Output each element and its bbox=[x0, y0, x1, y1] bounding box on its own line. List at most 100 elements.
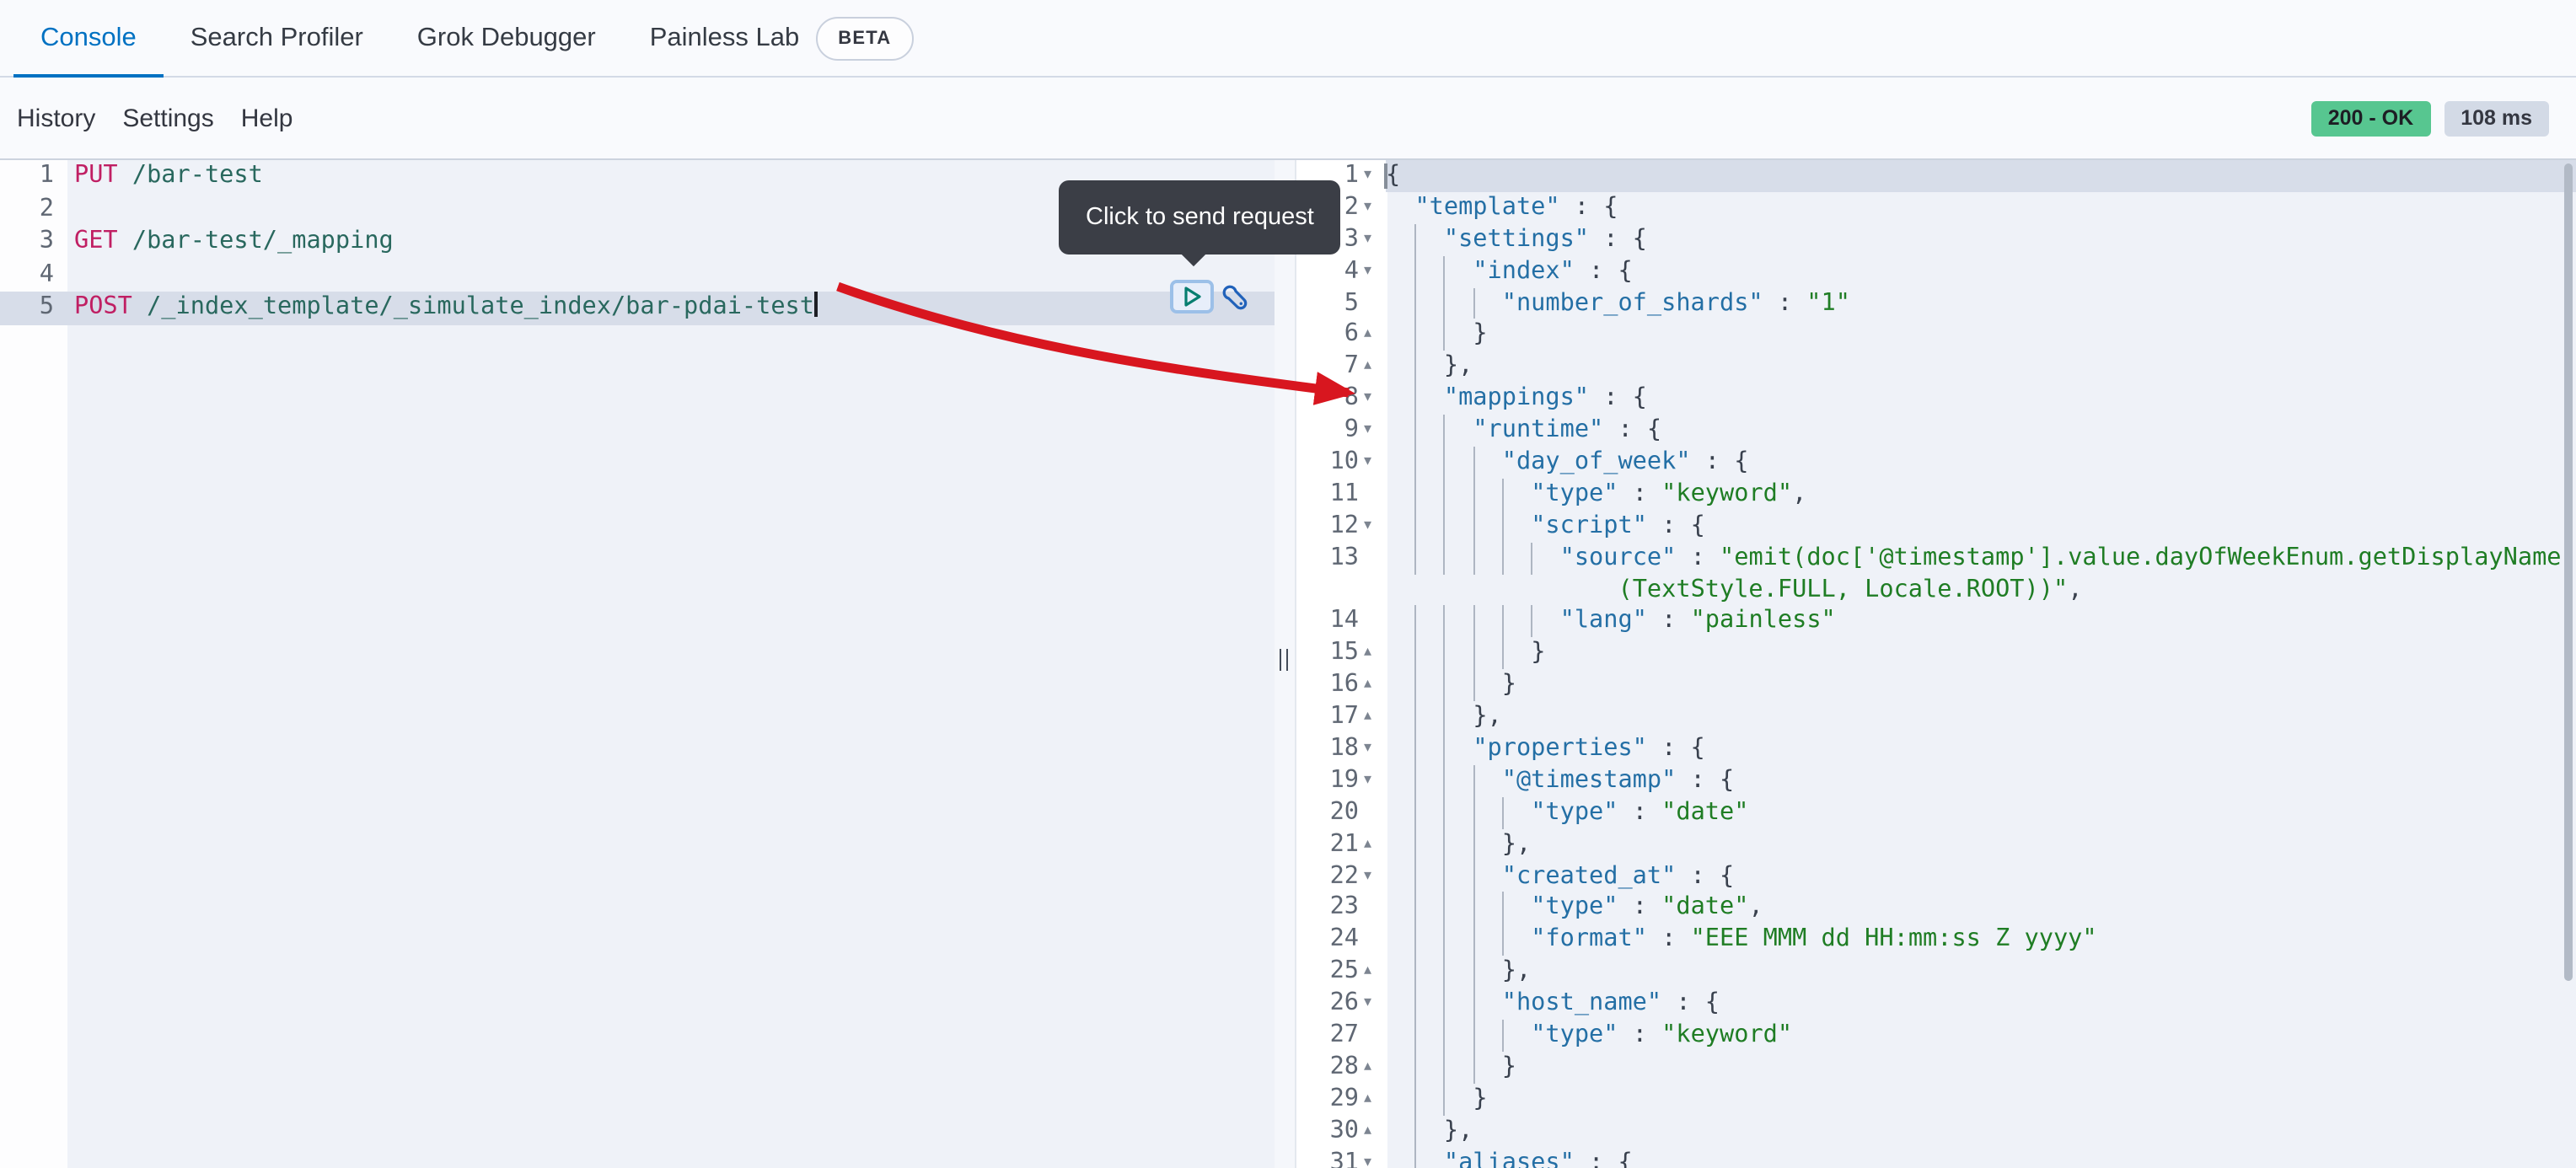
json-punctuation: , bbox=[1748, 894, 1763, 921]
response-code: "index" : { bbox=[1386, 255, 2576, 287]
json-punctuation: , bbox=[1792, 480, 1806, 507]
fold-open-icon[interactable]: ▾ bbox=[1364, 415, 1386, 447]
http-method: GET bbox=[74, 228, 118, 254]
json-key: "template" bbox=[1414, 194, 1559, 221]
fold-close-icon[interactable]: ▴ bbox=[1364, 670, 1386, 702]
response-code: "runtime" : { bbox=[1386, 415, 2576, 447]
console-menu-bar: History Settings Help 200 - OK 108 ms bbox=[0, 78, 2576, 158]
line-number: 8 bbox=[1295, 383, 1359, 415]
request-editor[interactable]: 1PUT /bar-test23GET /bar-test/_mapping45… bbox=[0, 160, 1275, 1168]
json-punctuation: : { bbox=[1560, 194, 1618, 221]
fold-open-icon[interactable]: ▾ bbox=[1364, 988, 1386, 1020]
json-punctuation: , bbox=[2068, 576, 2082, 603]
fold-close-icon[interactable]: ▴ bbox=[1364, 638, 1386, 670]
json-punctuation: : { bbox=[1676, 862, 1734, 889]
json-key: "properties" bbox=[1473, 735, 1647, 762]
fold-close-icon[interactable]: ▴ bbox=[1364, 1052, 1386, 1084]
request-code: POST /_index_template/_simulate_index/ba… bbox=[74, 292, 817, 324]
fold-close-icon[interactable]: ▴ bbox=[1364, 1115, 1386, 1147]
line-number: 5 bbox=[1295, 287, 1359, 319]
request-options-button[interactable] bbox=[1221, 283, 1248, 310]
json-punctuation: } bbox=[1502, 672, 1516, 699]
fold-open-icon[interactable]: ▾ bbox=[1364, 383, 1386, 415]
response-line: 10▾"day_of_week" : { bbox=[1295, 447, 2576, 479]
fold-close-icon[interactable]: ▴ bbox=[1364, 319, 1386, 351]
tab-console[interactable]: Console bbox=[13, 0, 164, 76]
fold-open-icon[interactable]: ▾ bbox=[1364, 511, 1386, 543]
response-code: "number_of_shards" : "1" bbox=[1386, 287, 2576, 319]
json-punctuation: } bbox=[1473, 321, 1487, 348]
fold-close-icon[interactable]: ▴ bbox=[1364, 828, 1386, 860]
line-number: 12 bbox=[1295, 511, 1359, 543]
line-number: 30 bbox=[1295, 1115, 1359, 1147]
send-request-button[interactable] bbox=[1170, 280, 1214, 313]
fold-open-icon[interactable]: ▾ bbox=[1364, 447, 1386, 479]
json-punctuation: : bbox=[1618, 1021, 1662, 1048]
tab-search-profiler[interactable]: Search Profiler bbox=[164, 0, 390, 76]
response-code: }, bbox=[1386, 701, 2576, 733]
response-line: 18▾"properties" : { bbox=[1295, 733, 2576, 765]
fold-open-icon[interactable]: ▾ bbox=[1364, 733, 1386, 765]
response-line: 4▾"index" : { bbox=[1295, 255, 2576, 287]
fold-close-icon[interactable]: ▴ bbox=[1364, 701, 1386, 733]
json-punctuation: : bbox=[1618, 480, 1662, 507]
menu-help[interactable]: Help bbox=[241, 104, 293, 132]
json-punctuation: } bbox=[1502, 1053, 1516, 1080]
menu-settings[interactable]: Settings bbox=[122, 104, 213, 132]
json-punctuation: }, bbox=[1502, 958, 1531, 985]
line-number: 5 bbox=[0, 292, 54, 324]
response-scrollbar[interactable] bbox=[2564, 163, 2573, 981]
json-key: "day_of_week" bbox=[1502, 448, 1691, 475]
fold-close-icon[interactable]: ▴ bbox=[1364, 1084, 1386, 1116]
json-punctuation: : bbox=[1676, 544, 1720, 571]
request-code: GET /bar-test/_mapping bbox=[74, 226, 394, 259]
response-line: 26▾"host_name" : { bbox=[1295, 988, 2576, 1020]
response-line: 21▴}, bbox=[1295, 828, 2576, 860]
fold-open-icon[interactable]: ▾ bbox=[1364, 224, 1386, 256]
fold-open-icon[interactable]: ▾ bbox=[1364, 255, 1386, 287]
fold-open-icon[interactable]: ▾ bbox=[1364, 160, 1386, 192]
json-punctuation: }, bbox=[1444, 1117, 1473, 1144]
fold-open-icon[interactable]: ▾ bbox=[1364, 765, 1386, 797]
line-number: 18 bbox=[1295, 733, 1359, 765]
json-key: "index" bbox=[1473, 257, 1575, 284]
line-number: 29 bbox=[1295, 1084, 1359, 1116]
tab-painless-lab[interactable]: Painless Lab BETA bbox=[623, 0, 941, 76]
response-line: 5 "number_of_shards" : "1" bbox=[1295, 287, 2576, 319]
panel-resize-handle[interactable] bbox=[1275, 160, 1295, 1168]
json-punctuation: }, bbox=[1473, 703, 1501, 730]
response-code: }, bbox=[1386, 828, 2576, 860]
response-code: } bbox=[1386, 1084, 2576, 1116]
response-line: 30▴}, bbox=[1295, 1115, 2576, 1147]
response-line: 28▴} bbox=[1295, 1052, 2576, 1084]
tab-grok-debugger[interactable]: Grok Debugger bbox=[390, 0, 623, 76]
request-line[interactable]: 4 bbox=[0, 259, 1275, 292]
json-key: "type" bbox=[1531, 799, 1618, 826]
code-tokens: "format" : "EEE MMM dd HH:mm:ss Z yyyy" bbox=[1386, 926, 2097, 953]
response-viewer[interactable]: 1▾{2▾"template" : {3▾"settings" : {4▾"in… bbox=[1295, 160, 2576, 1168]
json-key: "created_at" bbox=[1502, 862, 1677, 889]
response-code: "script" : { bbox=[1386, 511, 2576, 543]
fold-close-icon[interactable]: ▴ bbox=[1364, 956, 1386, 989]
line-number: 14 bbox=[1295, 606, 1359, 638]
request-line[interactable]: 5 POST /_index_template/_simulate_index/b… bbox=[0, 292, 1275, 324]
response-line: 9▾"runtime" : { bbox=[1295, 415, 2576, 447]
response-line: 13"source" : "emit(doc['@timestamp'].val… bbox=[1295, 542, 2576, 574]
fold-open-icon[interactable]: ▾ bbox=[1364, 1147, 1386, 1168]
code-tokens: "number_of_shards" : "1" bbox=[1386, 289, 1850, 316]
fold-open-icon[interactable]: ▾ bbox=[1364, 192, 1386, 224]
fold-open-icon[interactable]: ▾ bbox=[1364, 860, 1386, 892]
code-tokens: "script" : { bbox=[1386, 512, 1705, 539]
line-number: 27 bbox=[1295, 1020, 1359, 1052]
menu-history[interactable]: History bbox=[17, 104, 95, 132]
code-tokens: "runtime" : { bbox=[1386, 416, 1661, 443]
fold-close-icon[interactable]: ▴ bbox=[1364, 351, 1386, 383]
code-tokens: "type" : "date" bbox=[1386, 799, 1748, 826]
code-tokens: } bbox=[1386, 1053, 1516, 1080]
top-tab-bar: Console Search Profiler Grok Debugger Pa… bbox=[0, 0, 2576, 78]
line-number: 22 bbox=[1295, 860, 1359, 892]
line-number: 17 bbox=[1295, 701, 1359, 733]
response-code: "type" : "date", bbox=[1386, 892, 2576, 924]
code-tokens: "aliases" : { bbox=[1386, 1149, 1633, 1168]
code-tokens: "type" : "keyword", bbox=[1386, 480, 1806, 507]
